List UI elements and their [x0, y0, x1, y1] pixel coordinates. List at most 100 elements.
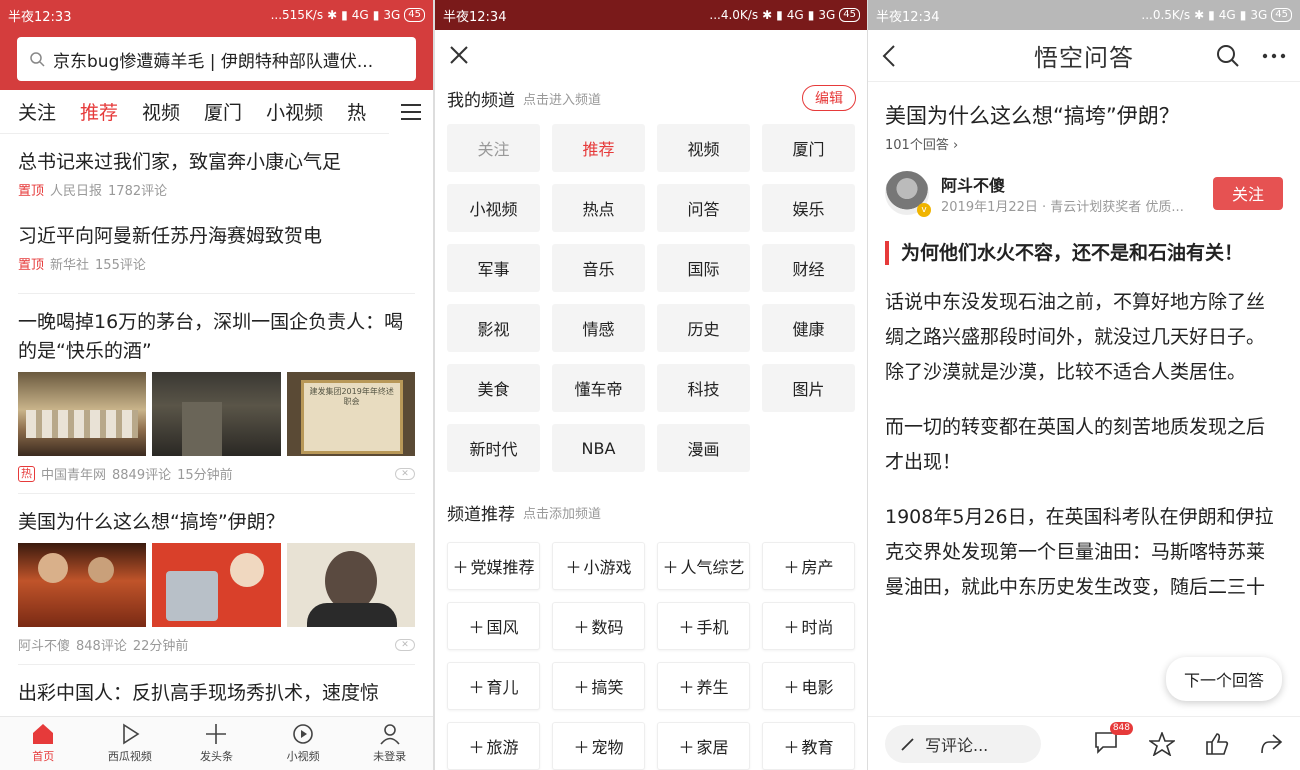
author-name[interactable]: 阿斗不傻: [941, 172, 1203, 196]
channel-item[interactable]: 小视频: [447, 184, 540, 232]
add-channel-item[interactable]: ＋党媒推荐: [447, 542, 540, 590]
list-item[interactable]: 出彩中国人：反扒高手现场秀扒术，速度惊: [18, 665, 415, 708]
channel-item[interactable]: 图片: [762, 364, 855, 412]
add-channel-item[interactable]: ＋数码: [552, 602, 645, 650]
news-comments: 8849评论: [112, 468, 172, 483]
channel-item[interactable]: 情感: [552, 304, 645, 352]
channel-item[interactable]: 财经: [762, 244, 855, 292]
channel-item[interactable]: 懂车帝: [552, 364, 645, 412]
question-title[interactable]: 美国为什么这么想“搞垮”伊朗？: [868, 82, 1300, 134]
add-channel-item[interactable]: ＋手机: [657, 602, 750, 650]
comments-button[interactable]: 848: [1093, 721, 1133, 758]
share-icon[interactable]: [1259, 732, 1283, 756]
list-item[interactable]: 一晚喝掉16万的茅台，深圳一国企负责人：喝的是“快乐的酒” 建发集团2019年年…: [18, 294, 415, 494]
tab-recommend[interactable]: 推荐: [80, 98, 118, 125]
nav-publish[interactable]: 发头条: [173, 717, 260, 770]
channel-item[interactable]: 音乐: [552, 244, 645, 292]
add-channel-item[interactable]: ＋宠物: [552, 722, 645, 770]
channel-label: 时尚: [801, 618, 834, 637]
add-channel-item[interactable]: ＋搞笑: [552, 662, 645, 710]
nav-home[interactable]: 首页: [0, 717, 87, 770]
signal-icon: ▮: [341, 8, 348, 22]
channel-item[interactable]: 推荐: [552, 124, 645, 172]
tab-follow[interactable]: 关注: [18, 98, 56, 125]
dislike-button[interactable]: ✕: [395, 467, 415, 480]
nav-label: 首页: [32, 750, 55, 763]
news-feed-screen: 半夜12:33 ...515K/s ✱ ▮ 4G ▮ 3G 45 京东bug惨遭…: [0, 0, 433, 770]
news-time: 22分钟前: [132, 639, 189, 654]
add-channel-item[interactable]: ＋旅游: [447, 722, 540, 770]
news-source: 阿斗不傻: [18, 639, 71, 654]
plus-icon: ＋: [468, 678, 485, 697]
channel-tabs: 关注 推荐 视频 厦门 小视频 热: [0, 90, 433, 134]
add-channel-item[interactable]: ＋育儿: [447, 662, 540, 710]
network-4g: 4G: [1218, 8, 1236, 22]
channel-item[interactable]: 娱乐: [762, 184, 855, 232]
channel-label: 党媒推荐: [470, 558, 535, 577]
menu-icon[interactable]: [389, 90, 433, 134]
channel-item[interactable]: 视频: [657, 124, 750, 172]
plus-icon: ＋: [783, 738, 800, 757]
channel-item[interactable]: 热点: [552, 184, 645, 232]
add-channel-item[interactable]: ＋人气综艺: [657, 542, 750, 590]
tab-short-video[interactable]: 小视频: [266, 98, 323, 125]
close-icon[interactable]: [449, 45, 469, 65]
author-desc: 2019年1月22日 · 青云计划获奖者 优质...: [941, 199, 1184, 215]
add-channel-item[interactable]: ＋时尚: [762, 602, 855, 650]
network-4g: 4G: [351, 8, 369, 22]
tab-hot[interactable]: 热: [347, 98, 366, 125]
search-icon[interactable]: [1216, 44, 1240, 68]
channel-item[interactable]: 军事: [447, 244, 540, 292]
bluetooth-icon: ✱: [762, 8, 773, 22]
add-channel-item[interactable]: ＋养生: [657, 662, 750, 710]
add-channel-item[interactable]: ＋国风: [447, 602, 540, 650]
back-icon[interactable]: [882, 44, 896, 68]
channel-item[interactable]: 历史: [657, 304, 750, 352]
bluetooth-icon: ✱: [1194, 8, 1205, 22]
signal-icon: ▮: [776, 8, 783, 22]
tab-xiamen[interactable]: 厦门: [204, 98, 242, 125]
channel-item[interactable]: NBA: [552, 424, 645, 472]
more-icon[interactable]: [1262, 53, 1286, 59]
comment-input[interactable]: 写评论...: [885, 724, 1041, 763]
add-channel-item[interactable]: ＋教育: [762, 722, 855, 770]
add-channel-item[interactable]: ＋房产: [762, 542, 855, 590]
edit-button[interactable]: 编辑: [802, 85, 856, 111]
add-channel-item[interactable]: ＋家居: [657, 722, 750, 770]
channel-item[interactable]: 关注: [447, 124, 540, 172]
channel-item[interactable]: 美食: [447, 364, 540, 412]
add-channel-item[interactable]: ＋电影: [762, 662, 855, 710]
search-icon: [30, 52, 45, 67]
dislike-button[interactable]: ✕: [395, 638, 415, 651]
plus-icon: ＋: [573, 738, 590, 757]
channel-item[interactable]: 科技: [657, 364, 750, 412]
thumb-up-icon[interactable]: [1205, 732, 1229, 756]
net-speed: ...0.5K/s: [1141, 8, 1191, 22]
answer-count-link[interactable]: 101个回答 ›: [868, 134, 1300, 153]
star-icon[interactable]: [1149, 731, 1175, 756]
status-time: 半夜12:34: [876, 9, 940, 25]
nav-login[interactable]: 未登录: [346, 717, 433, 770]
answer-subtitle: 为何他们水火不容，还不是和石油有关！: [885, 241, 1283, 265]
tab-video[interactable]: 视频: [142, 98, 180, 125]
list-item[interactable]: 习近平向阿曼新任苏丹海赛姆致贺电 置顶 新华社 155评论: [18, 199, 415, 294]
channel-item[interactable]: 新时代: [447, 424, 540, 472]
news-comments: 1782评论: [108, 184, 168, 199]
battery-icon: 45: [839, 8, 860, 22]
nav-xigua-video[interactable]: 西瓜视频: [87, 717, 174, 770]
avatar[interactable]: v: [885, 171, 931, 217]
channel-item[interactable]: 影视: [447, 304, 540, 352]
follow-button[interactable]: 关注: [1213, 176, 1283, 210]
news-comments: 848评论: [76, 639, 127, 654]
channel-item[interactable]: 漫画: [657, 424, 750, 472]
search-input[interactable]: 京东bug惨遭薅羊毛 | 伊朗特种部队遭伏...: [17, 37, 416, 81]
next-answer-button[interactable]: 下一个回答: [1165, 657, 1282, 701]
list-item[interactable]: 美国为什么这么想“搞垮”伊朗？ 阿斗不傻 848评论 22分钟前 ✕: [18, 494, 415, 665]
channel-item[interactable]: 厦门: [762, 124, 855, 172]
channel-item[interactable]: 问答: [657, 184, 750, 232]
channel-item[interactable]: 国际: [657, 244, 750, 292]
list-item[interactable]: 总书记来过我们家，致富奔小康心气足 置顶 人民日报 1782评论: [18, 134, 415, 199]
add-channel-item[interactable]: ＋小游戏: [552, 542, 645, 590]
nav-short-video[interactable]: 小视频: [260, 717, 347, 770]
channel-item[interactable]: 健康: [762, 304, 855, 352]
